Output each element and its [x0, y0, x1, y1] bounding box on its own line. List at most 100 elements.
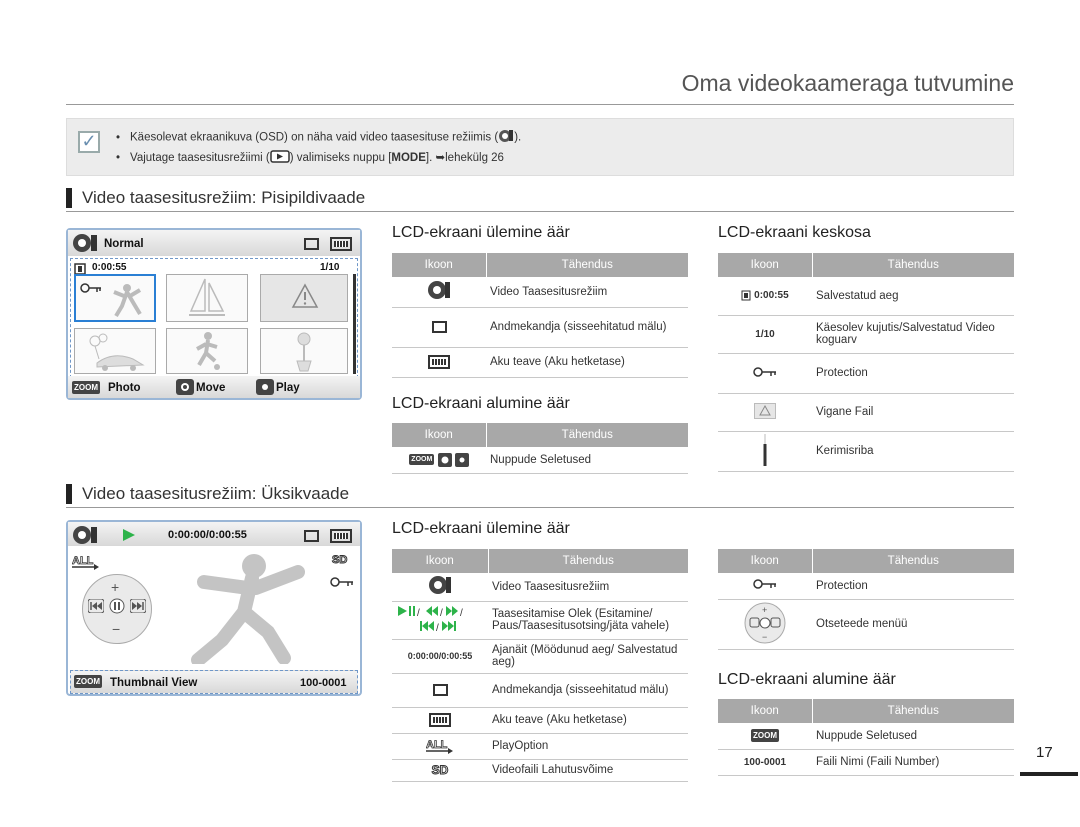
thumbnail-corrupt[interactable]: [260, 274, 348, 322]
svg-text:−: −: [762, 632, 767, 642]
note-text: Vajutage taasesitusrežiimi (: [130, 152, 270, 165]
scroll-bar[interactable]: [353, 274, 356, 374]
battery-icon: [330, 235, 352, 253]
button-guide-icons: ZOOM: [392, 447, 486, 474]
note-text: Käesolevat ekraanikuva (OSD) on näha vai…: [130, 131, 499, 144]
memory-icon: [392, 673, 488, 708]
memory-card-icon: [304, 527, 319, 545]
col-meaning: Tähendus: [811, 549, 1014, 573]
center-heading: LCD-ekraani keskosa: [718, 224, 871, 241]
meaning-cell: Otseteede menüü: [812, 599, 1014, 650]
thumbnail-view-label[interactable]: Thumbnail View: [110, 677, 197, 689]
lcd-thumbnail-view: Normal 0:00:55 1/10 ZOOM Photo Move Play: [66, 228, 362, 400]
col-icon: Ikoon: [392, 423, 486, 447]
svg-text:/: /: [460, 608, 463, 619]
thumbnail-flower[interactable]: [260, 328, 348, 374]
thumbnail-car[interactable]: [74, 328, 156, 374]
section-divider: [66, 211, 1014, 212]
meaning-cell: Salvestatud aeg: [812, 277, 1014, 316]
meaning-cell: Nuppude Seletused: [812, 723, 1014, 750]
battery-icon: [330, 527, 352, 545]
mode-button-label: MODE: [391, 152, 426, 165]
svg-text:/: /: [440, 608, 443, 619]
note-line-2: • Vajutage taasesitusrežiimi () valimisek…: [116, 150, 504, 166]
meaning-cell: Aku teave (Aku hetketase): [488, 707, 688, 734]
zoom-button-icon: ZOOM: [72, 381, 100, 394]
note-text: ].: [425, 152, 433, 165]
mode-label: Normal: [104, 238, 144, 250]
meaning-cell: Kerimisriba: [812, 431, 1014, 472]
section-heading: Video taasesitusrežiim: Pisipildivaade: [66, 188, 365, 208]
col-meaning: Tähendus: [485, 253, 688, 277]
col-meaning: Tähendus: [487, 549, 688, 573]
corrupt-file-icon: [718, 393, 812, 432]
battery-icon: [392, 707, 488, 734]
sailboat-icon: [187, 277, 227, 324]
meaning-cell: Video Taasesitusrežiim: [488, 573, 688, 602]
section-divider: [66, 507, 1014, 508]
car-balloons-icon: [83, 333, 149, 378]
video-play-mode-icon: [72, 233, 98, 258]
resolution-sd: SD: [331, 554, 348, 567]
recorded-time-icon: [741, 290, 751, 301]
counter-value: 1/10: [718, 315, 812, 354]
thumbnail-sailboat[interactable]: [166, 274, 248, 322]
meaning-cell: PlayOption: [488, 733, 688, 760]
top-edge-heading: LCD-ekraani ülemine äär: [392, 520, 570, 537]
thumbnail-soccer[interactable]: [166, 328, 248, 374]
pause-icon: [109, 598, 125, 619]
col-meaning: Tähendus: [811, 253, 1014, 277]
note-line-1: • Käesolevat ekraanikuva (OSD) on näha va…: [116, 129, 521, 146]
center-table: Ikoon Tähendus 0:00:55 Salvestatud aeg 1/1…: [718, 253, 1014, 472]
video-play-mode-icon: [392, 277, 486, 308]
skip-back-icon: [87, 598, 105, 618]
col-icon: Ikoon: [718, 549, 812, 573]
svg-text:+: +: [762, 605, 767, 615]
play-button-label[interactable]: Play: [276, 382, 300, 394]
play-option-icon: ALL: [72, 552, 100, 575]
zoom-button-icon: ZOOM: [74, 675, 102, 688]
svg-text:ALL: ALL: [72, 555, 94, 567]
meaning-cell: Taasesitamise Olek (Esitamine/ Paus/Taas…: [488, 601, 688, 640]
meaning-cell: Vigane Fail: [812, 393, 1014, 432]
recorded-time: 0:00:55: [92, 262, 127, 273]
top-edge-table-single: Ikoon Tähendus Video Taasesitusrežiim / / /…: [392, 549, 688, 782]
check-icon: ✓: [78, 131, 100, 153]
col-meaning: Tähendus: [485, 423, 688, 447]
memory-icon: [392, 307, 486, 348]
col-icon: Ikoon: [718, 699, 812, 723]
col-icon: Ikoon: [718, 253, 812, 277]
file-number: 100-0001: [300, 677, 347, 689]
arrow-ref-icon: ➥: [435, 152, 446, 165]
playback-status-icons: / / / /: [392, 601, 488, 640]
protection-key-icon: [80, 280, 102, 298]
col-meaning: Tähendus: [811, 699, 1014, 723]
play-option-icon: ALL: [392, 733, 488, 760]
bottom-edge-table: Ikoon Tähendus ZOOM Nuppude Seletused: [392, 423, 688, 474]
skip-forward-icon: [129, 598, 147, 618]
time-value: 0:00:00/0:00:55: [392, 639, 488, 674]
image-counter: 1/10: [320, 262, 340, 273]
bottom-edge-heading: LCD-ekraani alumine äär: [718, 671, 896, 688]
section-heading: Video taasesitusrežiim: Üksikvaade: [66, 484, 349, 504]
dancer-silhouette-icon: [164, 548, 314, 669]
shortcut-menu[interactable]: + −: [82, 574, 152, 644]
joystick-move-icon: [176, 379, 194, 400]
play-state-icon: [122, 528, 136, 547]
playback-button-icon: [270, 150, 290, 166]
move-button-label[interactable]: Move: [196, 382, 225, 394]
col-icon: Ikoon: [392, 253, 486, 277]
meaning-cell: Protection: [812, 573, 1014, 600]
photo-button-label[interactable]: Photo: [108, 382, 141, 394]
lcd-single-view: 0:00:00/0:00:55 ALL SD + − ZOOM Thumbnai…: [66, 520, 362, 696]
page-number-bar: [1020, 772, 1078, 776]
page-number: 17: [1036, 744, 1053, 761]
file-number: 100-0001: [718, 749, 812, 776]
thumbnail-selected[interactable]: [74, 274, 156, 322]
protection-key-icon: [330, 574, 354, 592]
note-box: [66, 118, 1014, 176]
video-play-mode-icon: [72, 525, 98, 550]
meaning-cell: Käesolev kujutis/Salvestatud Video kogua…: [812, 315, 1014, 354]
page-title: Oma videokaameraga tutvumine: [681, 70, 1014, 96]
note-text: ) valimiseks nuppu [: [289, 152, 392, 165]
